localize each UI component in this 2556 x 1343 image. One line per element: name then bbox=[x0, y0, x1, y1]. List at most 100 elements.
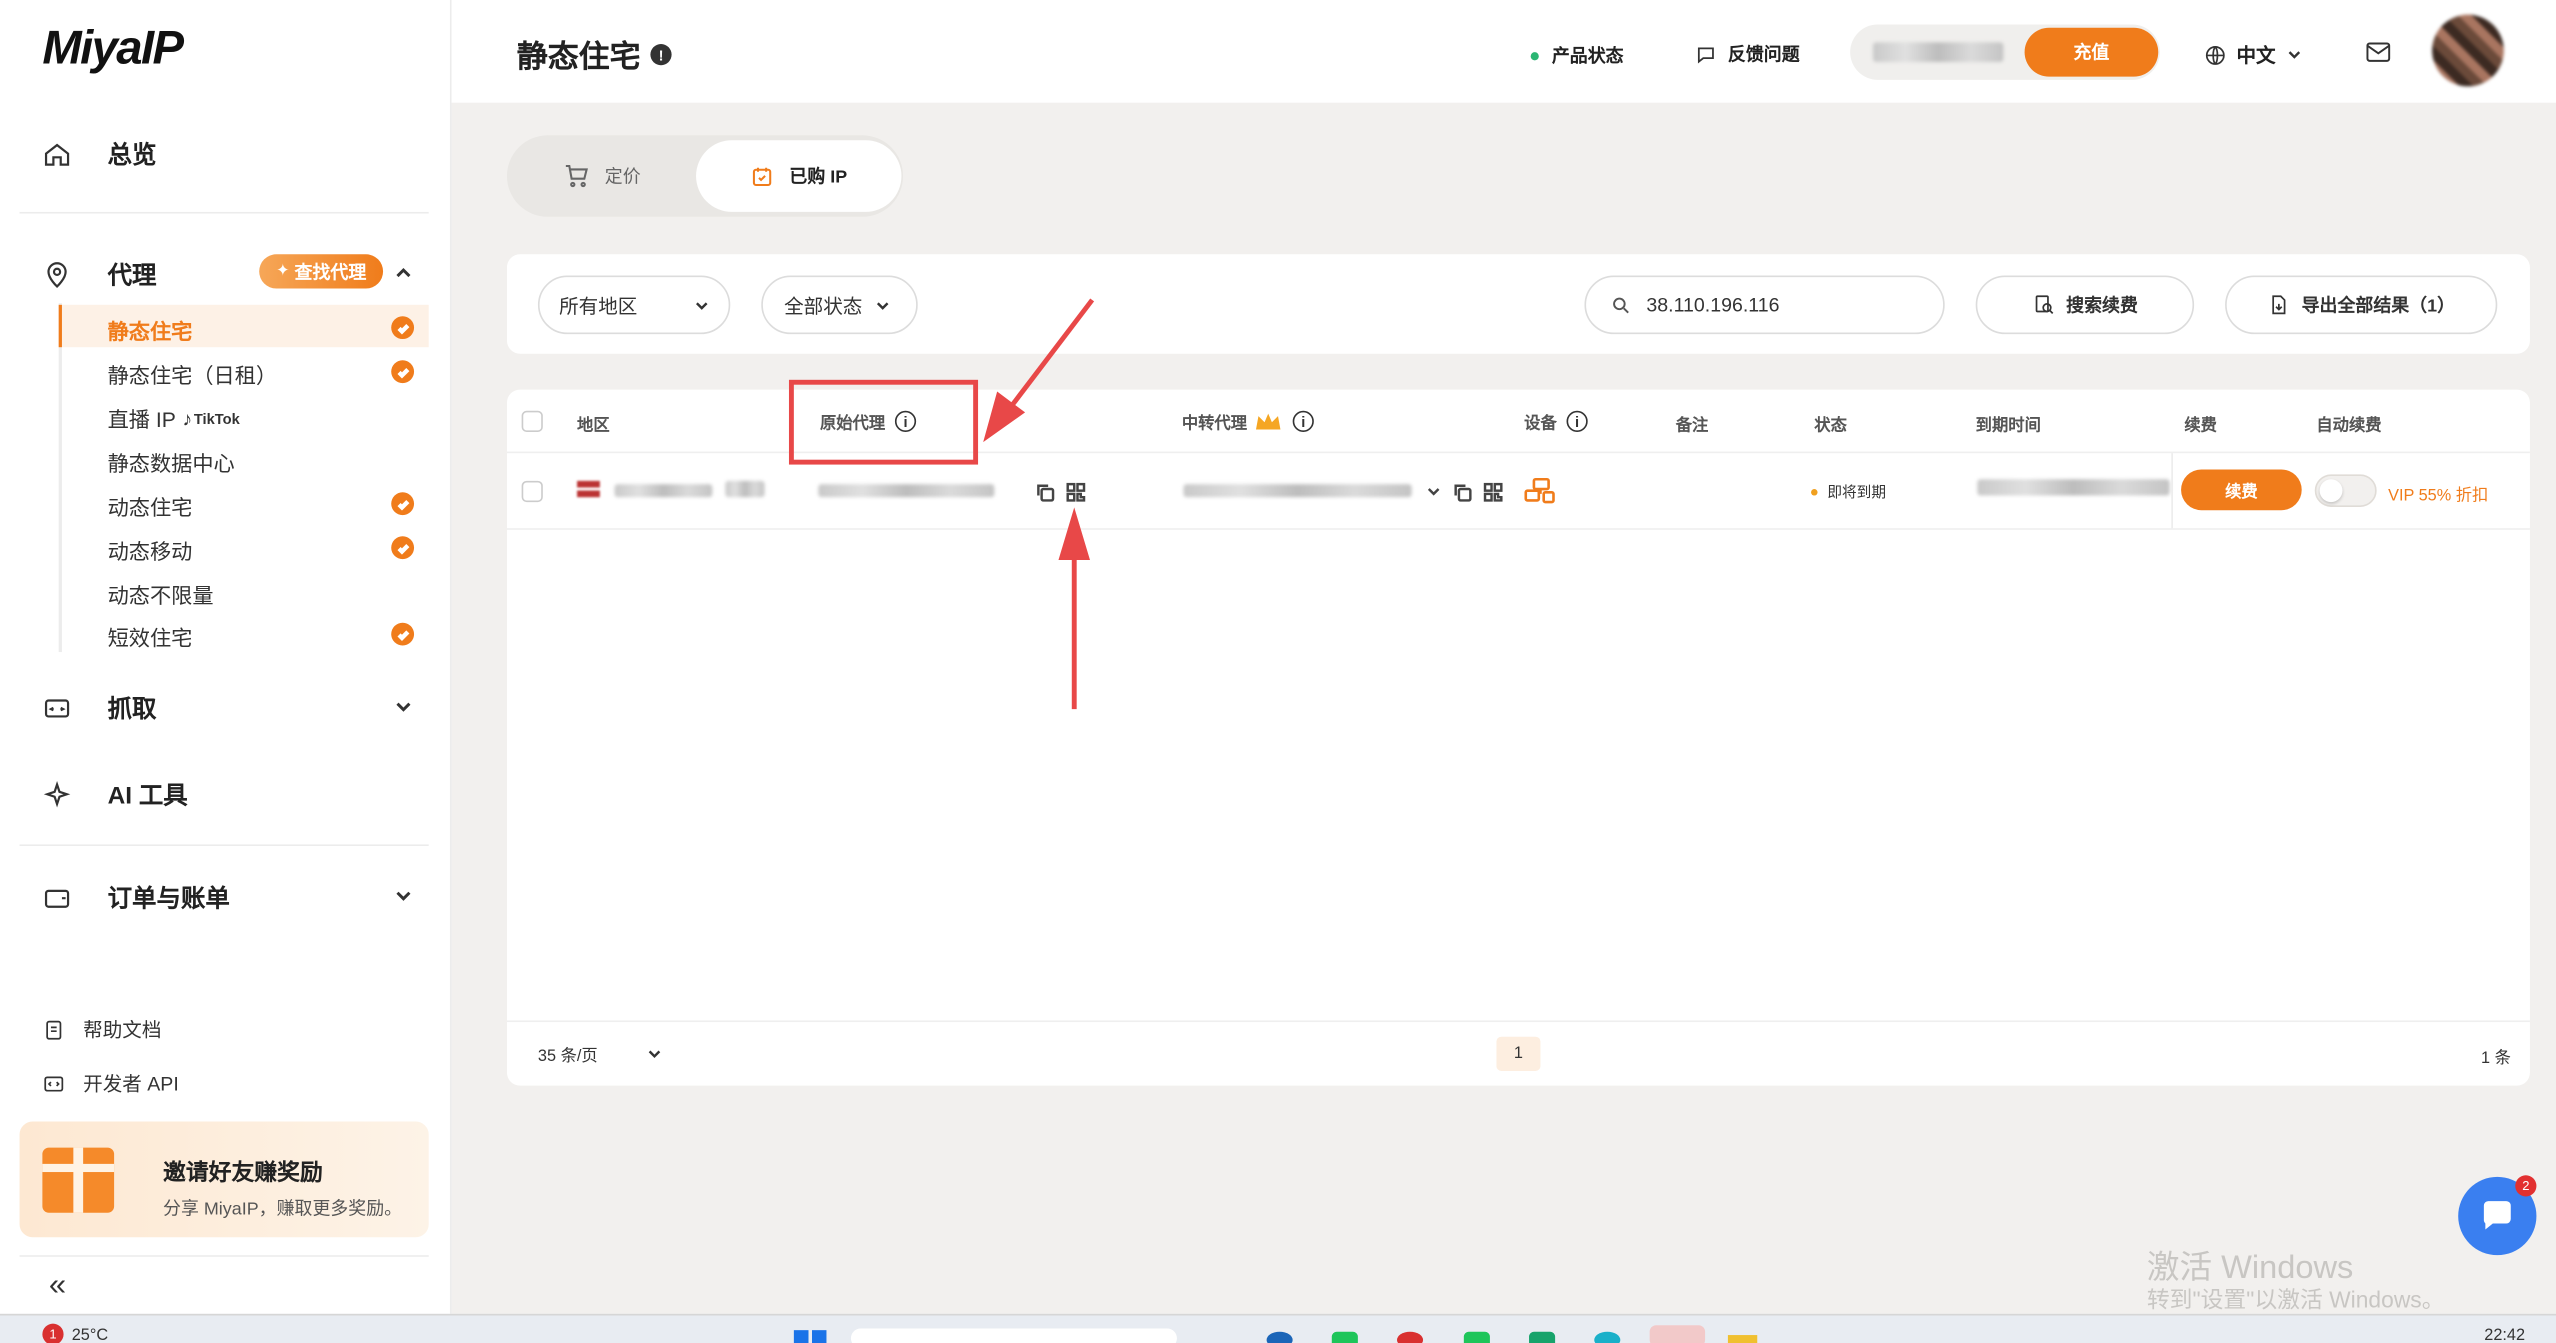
page-number-current[interactable]: 1 bbox=[1496, 1036, 1541, 1071]
tiktok-icon: ♪ bbox=[182, 406, 193, 430]
nav-proxy[interactable]: 代理 bbox=[42, 258, 157, 292]
mail-icon[interactable] bbox=[2365, 41, 2391, 64]
nav-ai-tools-label: AI 工具 bbox=[107, 782, 188, 811]
sidebar-item-dynamic-residential[interactable]: 动态住宅 bbox=[108, 491, 193, 522]
chevron-down-icon[interactable] bbox=[1426, 484, 1441, 499]
find-proxy-badge[interactable]: ✦ 查找代理 bbox=[259, 254, 384, 289]
language-selector[interactable]: 中文 bbox=[2204, 41, 2302, 69]
total-count: 1 条 bbox=[2481, 1049, 2511, 1068]
sidebar-item-dynamic-mobile[interactable]: 动态移动 bbox=[108, 535, 193, 566]
col-auto-renew: 自动续费 bbox=[2316, 417, 2382, 436]
col-relay-proxy: 中转代理 i bbox=[1182, 409, 1314, 434]
weather-temp[interactable]: 25°C bbox=[72, 1327, 108, 1343]
qr-code-icon[interactable] bbox=[1483, 482, 1503, 503]
activation-watermark-title: 激活 Windows bbox=[2146, 1250, 2354, 1287]
page-size-select[interactable]: 35 条/页 bbox=[538, 1042, 661, 1066]
dev-api-label: 开发者 API bbox=[83, 1072, 179, 1096]
vip-discount-label: VIP 55% 折扣 bbox=[2388, 487, 2489, 506]
avatar[interactable] bbox=[2432, 14, 2504, 87]
page-title: 静态住宅 ! bbox=[517, 33, 672, 77]
sidebar-item-dynamic-unlimited[interactable]: 动态不限量 bbox=[108, 579, 214, 610]
feedback-link[interactable]: 反馈问题 bbox=[1695, 41, 1800, 67]
page-size-value: 35 条/页 bbox=[537, 1048, 598, 1067]
search-input[interactable]: 38.110.196.116 bbox=[1584, 275, 1945, 335]
app-icon[interactable] bbox=[1331, 1331, 1358, 1343]
region-select[interactable]: 所有地区 bbox=[537, 275, 731, 335]
annotation-arrows bbox=[983, 298, 1095, 710]
devices-icon[interactable] bbox=[1524, 477, 1557, 504]
sidebar-item-short-residential[interactable]: 短效住宅 bbox=[108, 621, 193, 652]
info-icon[interactable]: i bbox=[1292, 410, 1314, 432]
nav-ai-tools[interactable]: AI 工具 bbox=[42, 778, 188, 812]
weather-badge: 1 bbox=[42, 1323, 64, 1343]
live-ip-label: 直播 IP bbox=[107, 407, 176, 432]
invite-subtitle: 分享 MiyaIP，赚取更多奖励。 bbox=[163, 1199, 403, 1220]
chevron-up-icon[interactable] bbox=[394, 264, 412, 282]
calendar-check-icon bbox=[753, 166, 772, 186]
gift-icon bbox=[42, 1147, 115, 1213]
brand-logo[interactable]: MiyaIP bbox=[42, 23, 184, 77]
renew-button[interactable]: 续费 bbox=[2181, 469, 2302, 511]
sidebar-item-static-residential-daily[interactable]: 静态住宅（日租） bbox=[108, 359, 278, 390]
app-icon-active[interactable] bbox=[1649, 1325, 1706, 1343]
export-all-button[interactable]: 导出全部结果（1） bbox=[2225, 275, 2498, 335]
sparkle-icon bbox=[43, 780, 71, 807]
nav-orders[interactable]: 订单与账单 bbox=[42, 880, 230, 914]
sidebar-item-static-datacenter[interactable]: 静态数据中心 bbox=[108, 447, 235, 478]
app-icon[interactable] bbox=[1396, 1331, 1424, 1343]
top-bar: 静态住宅 ! 产品状态 反馈问题 充值 中文 bbox=[451, 0, 2556, 103]
chevron-down-icon bbox=[876, 301, 889, 310]
sidebar-item-live-ip[interactable]: 直播 IP ♪ TikTok bbox=[108, 403, 240, 434]
balance-redacted bbox=[1872, 42, 2004, 62]
nav-overview[interactable]: 总览 bbox=[42, 137, 157, 171]
table-card: 地区 原始代理 i 中转代理 i 设备 i 备注 状态 到期时间 续费 自动续费 bbox=[506, 389, 2530, 1086]
col-device: 设备 i bbox=[1524, 409, 1588, 434]
cart-icon bbox=[565, 164, 588, 188]
sidebar-item-static-residential[interactable]: 静态住宅 bbox=[108, 315, 193, 346]
check-circle-icon bbox=[391, 622, 415, 646]
windows-start-icon[interactable] bbox=[793, 1330, 827, 1343]
search-renew-label: 搜索续费 bbox=[2066, 296, 2138, 317]
double-chevron-left-icon[interactable]: « bbox=[49, 1268, 66, 1304]
select-all-checkbox[interactable] bbox=[521, 410, 543, 432]
product-status-link[interactable]: 产品状态 bbox=[1530, 42, 1624, 68]
info-icon[interactable]: i bbox=[1566, 410, 1588, 432]
recharge-button[interactable]: 充值 bbox=[2024, 27, 2159, 77]
status-dot-icon bbox=[1811, 488, 1818, 495]
auto-renew-toggle[interactable] bbox=[2314, 474, 2377, 507]
app-icon[interactable] bbox=[1463, 1331, 1490, 1343]
nav-help-docs[interactable]: 帮助文档 bbox=[42, 1016, 161, 1044]
nav-overview-label: 总览 bbox=[107, 141, 157, 170]
status-select[interactable]: 全部状态 bbox=[761, 275, 918, 335]
app-icon[interactable] bbox=[1594, 1331, 1621, 1343]
sidebar-divider bbox=[19, 211, 429, 214]
product-status-label: 产品状态 bbox=[1551, 47, 1624, 67]
taskbar-search-input[interactable] bbox=[850, 1328, 1177, 1343]
tab-pricing[interactable]: 定价 bbox=[562, 161, 641, 189]
tab-pricing-label: 定价 bbox=[604, 167, 641, 187]
crawl-icon bbox=[44, 698, 70, 717]
search-renew-button[interactable]: 搜索续费 bbox=[1975, 275, 2195, 335]
row-checkbox[interactable] bbox=[521, 480, 543, 503]
language-label: 中文 bbox=[2236, 44, 2276, 67]
tab-purchased-label: 已购 IP bbox=[789, 167, 848, 188]
crown-icon bbox=[1255, 412, 1281, 429]
folder-icon[interactable] bbox=[1727, 1335, 1758, 1343]
export-file-icon bbox=[2272, 295, 2286, 315]
tab-purchased-ip[interactable]: 已购 IP bbox=[696, 140, 902, 212]
filter-card: 所有地区 全部状态 38.110.196.116 搜索续费 导出全部结果（1） bbox=[506, 254, 2530, 354]
chevron-down-icon bbox=[648, 1050, 660, 1059]
nav-dev-api[interactable]: 开发者 API bbox=[42, 1069, 179, 1097]
status-text: 即将到期 bbox=[1827, 484, 1887, 501]
chevron-down-icon[interactable] bbox=[394, 698, 412, 716]
app-icon[interactable] bbox=[1529, 1331, 1556, 1343]
invite-banner[interactable]: 邀请好友赚奖励 分享 MiyaIP，赚取更多奖励。 bbox=[19, 1121, 429, 1238]
region-select-value: 所有地区 bbox=[559, 294, 638, 318]
nav-crawl[interactable]: 抓取 bbox=[42, 691, 157, 725]
app-icon[interactable] bbox=[1266, 1331, 1293, 1343]
copy-icon[interactable] bbox=[1452, 483, 1472, 503]
info-filled-icon[interactable]: ! bbox=[650, 44, 672, 66]
wallet-icon bbox=[44, 888, 70, 908]
taskbar-clock: 22:42 bbox=[2484, 1326, 2526, 1343]
chevron-down-icon[interactable] bbox=[394, 887, 412, 905]
